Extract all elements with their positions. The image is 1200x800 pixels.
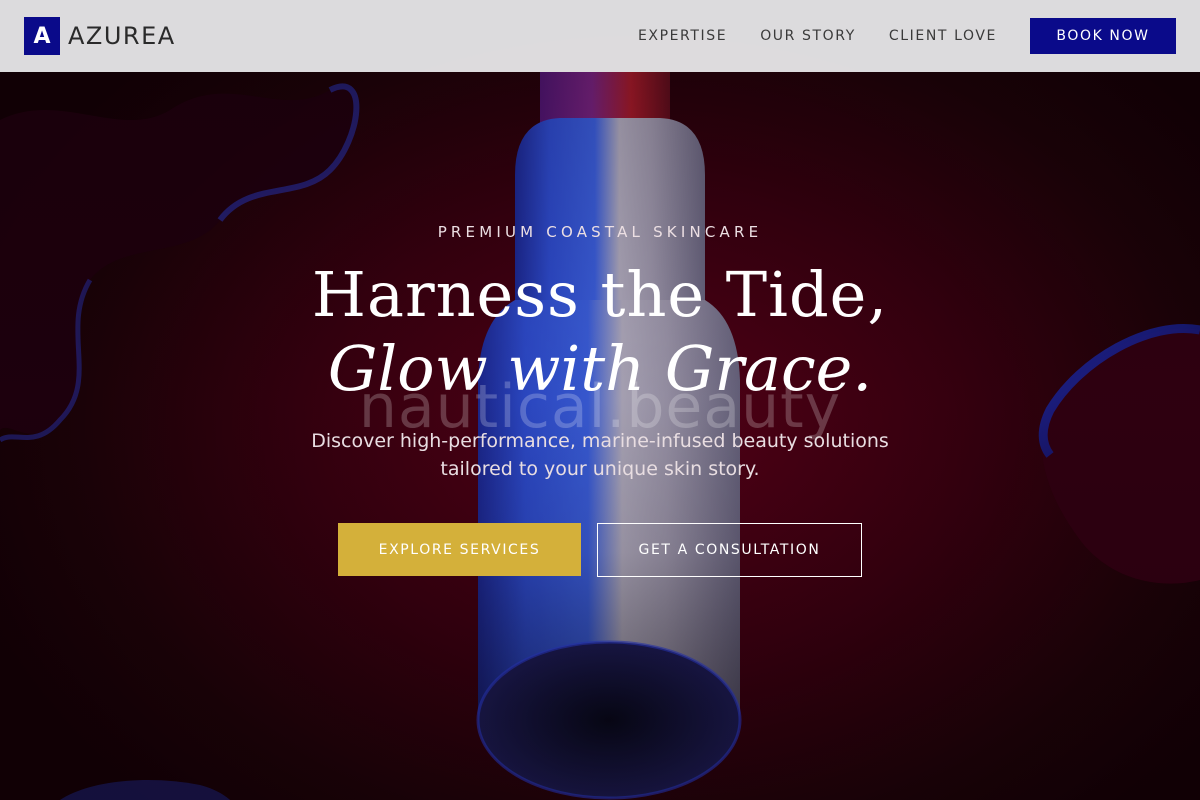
hero-headline-line2: Glow with Grace. xyxy=(327,332,873,405)
get-consultation-button[interactable]: GET A CONSULTATION xyxy=(597,523,862,577)
explore-services-button[interactable]: EXPLORE SERVICES xyxy=(338,523,581,576)
hero-content: PREMIUM COASTAL SKINCARE Harness the Tid… xyxy=(0,0,1200,800)
hero-eyebrow: PREMIUM COASTAL SKINCARE xyxy=(437,223,763,241)
hero-headline: Harness the Tide, Glow with Grace. xyxy=(0,258,1200,406)
hero-subtext: Discover high-performance, marine-infuse… xyxy=(311,430,889,480)
hero-headline-line1: Harness the Tide, xyxy=(311,258,889,331)
hero-cta-group: EXPLORE SERVICES GET A CONSULTATION xyxy=(0,523,1200,577)
